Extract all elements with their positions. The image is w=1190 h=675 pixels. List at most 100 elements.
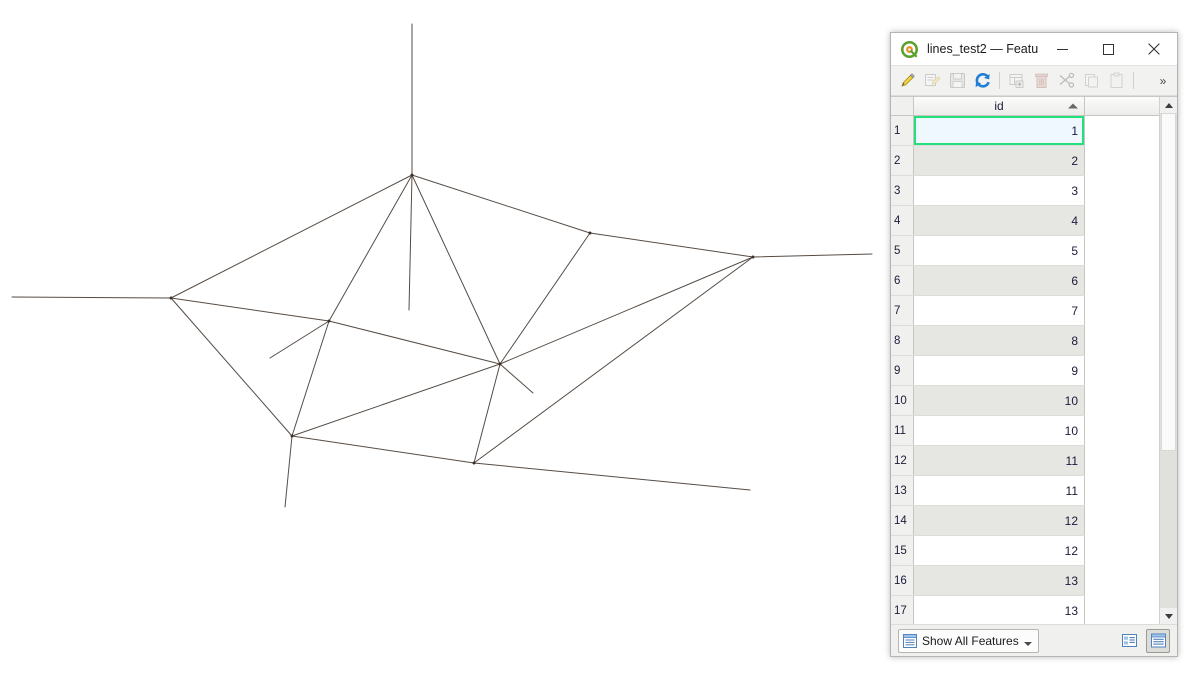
map-line[interactable] (473, 363, 501, 464)
column-header-id[interactable]: id (913, 97, 1085, 116)
table-row[interactable]: 44 (891, 205, 1159, 236)
row-number[interactable]: 6 (891, 265, 914, 296)
attribute-table-statusbar[interactable]: Show All Features (891, 624, 1177, 656)
attribute-table-viewport[interactable]: id 1 1 2 2 3 3 4 4 5 5 6 6 7 7 8 8 9 9 10 10 11 10 12 11 13 11 14 1… (891, 97, 1159, 624)
map-line[interactable] (473, 462, 751, 491)
cell-id[interactable]: 11 (913, 445, 1085, 476)
table-row[interactable]: 11 10 (891, 415, 1159, 446)
table-row[interactable]: 66 (891, 265, 1159, 296)
cell-id[interactable]: 6 (913, 265, 1085, 296)
row-number[interactable]: 4 (891, 205, 914, 236)
attribute-table[interactable]: id 1 1 2 2 3 3 4 4 5 5 6 6 7 7 8 8 9 9 10 10 11 10 12 11 13 11 14 1… (891, 97, 1159, 624)
table-row[interactable]: 88 (891, 325, 1159, 356)
dropdown-caret-icon[interactable] (1023, 642, 1032, 646)
row-number[interactable]: 11 (891, 415, 914, 446)
maximize-button[interactable] (1085, 33, 1131, 65)
row-number[interactable]: 8 (891, 325, 914, 356)
attribute-table-window[interactable]: lines_test2 — Featu... » id 1 1 2 2 3 3 … (890, 32, 1178, 657)
attribute-table-toolbar[interactable]: » (891, 66, 1177, 96)
chevron-up-icon (1164, 102, 1173, 108)
row-number[interactable]: 7 (891, 295, 914, 326)
window-titlebar[interactable]: lines_test2 — Featu... (891, 33, 1177, 66)
cell-id[interactable]: 5 (913, 235, 1085, 266)
reload-table-button[interactable] (970, 69, 995, 93)
table-row[interactable]: 12 11 (891, 445, 1159, 476)
table-row[interactable]: 99 (891, 355, 1159, 386)
table-vertical-scrollbar[interactable] (1159, 97, 1177, 624)
map-line[interactable] (411, 174, 591, 234)
cell-id[interactable]: 12 (913, 505, 1085, 536)
cell-id[interactable]: 7 (913, 295, 1085, 326)
minimize-button[interactable] (1039, 33, 1085, 65)
scroll-up-button[interactable] (1160, 97, 1177, 113)
cell-id[interactable]: 11 (913, 475, 1085, 506)
screen-root: lines_test2 — Featu... » id 1 1 2 2 3 3 … (0, 0, 1190, 675)
map-line[interactable] (499, 256, 754, 365)
cell-id[interactable]: 4 (913, 205, 1085, 236)
row-number[interactable]: 15 (891, 535, 914, 566)
table-row[interactable]: 77 (891, 295, 1159, 326)
map-line[interactable] (11, 296, 172, 299)
toolbar-overflow-button[interactable]: » (1152, 69, 1174, 93)
close-button[interactable] (1131, 33, 1177, 65)
cell-id[interactable]: 3 (913, 175, 1085, 206)
cell-id[interactable]: 8 (913, 325, 1085, 356)
table-view-button[interactable] (1146, 628, 1170, 653)
row-number[interactable]: 12 (891, 445, 914, 476)
map-vertex-top (410, 173, 414, 177)
row-number[interactable]: 5 (891, 235, 914, 266)
table-row[interactable]: 16 13 (891, 565, 1159, 596)
table-corner-header[interactable] (891, 97, 914, 116)
table-row[interactable]: 11 (891, 115, 1159, 146)
map-line[interactable] (473, 256, 754, 464)
feature-filter-button[interactable]: Show All Features (898, 628, 1039, 653)
cell-id[interactable]: 9 (913, 355, 1085, 386)
form-view-button[interactable] (1117, 629, 1141, 653)
cell-id[interactable]: 10 (913, 385, 1085, 416)
row-number[interactable]: 13 (891, 475, 914, 506)
map-line[interactable] (269, 320, 330, 359)
row-number[interactable]: 10 (891, 385, 914, 416)
cell-id[interactable]: 2 (913, 145, 1085, 176)
map-vertex-right (751, 255, 755, 259)
map-line[interactable] (411, 174, 501, 365)
attribute-table-region[interactable]: id 1 1 2 2 3 3 4 4 5 5 6 6 7 7 8 8 9 9 10 10 11 10 12 11 13 11 14 1… (891, 96, 1177, 624)
scrollbar-thumb[interactable] (1161, 113, 1176, 451)
table-row[interactable]: 15 12 (891, 535, 1159, 566)
table-row[interactable]: 33 (891, 175, 1159, 206)
map-line[interactable] (589, 232, 754, 258)
scroll-down-button[interactable] (1160, 608, 1177, 624)
toggle-editing-button[interactable] (895, 69, 920, 93)
map-line[interactable] (170, 174, 413, 299)
row-number[interactable]: 3 (891, 175, 914, 206)
row-number[interactable]: 9 (891, 355, 914, 386)
table-row[interactable]: 55 (891, 235, 1159, 266)
save-icon (950, 73, 965, 88)
cell-id[interactable]: 13 (913, 565, 1085, 596)
map-line[interactable] (408, 174, 413, 311)
table-body[interactable]: 1 1 2 2 3 3 4 4 5 5 6 6 7 7 8 8 9 9 10 10 11 10 12 11 13 11 14 12 15… (891, 115, 1159, 624)
cell-id[interactable]: 13 (913, 595, 1085, 624)
map-line[interactable] (752, 253, 873, 258)
table-row[interactable]: 17 13 (891, 595, 1159, 624)
row-number[interactable]: 16 (891, 565, 914, 596)
cell-id[interactable]: 10 (913, 415, 1085, 446)
table-row[interactable]: 22 (891, 145, 1159, 176)
row-number[interactable]: 17 (891, 595, 914, 624)
cell-id[interactable]: 12 (913, 535, 1085, 566)
table-row[interactable]: 10 10 (891, 385, 1159, 416)
map-line[interactable] (499, 363, 534, 394)
map-line[interactable] (499, 232, 591, 365)
row-number[interactable]: 2 (891, 145, 914, 176)
map-line[interactable] (284, 435, 293, 508)
map-line[interactable] (170, 297, 293, 437)
row-number[interactable]: 14 (891, 505, 914, 536)
table-row[interactable]: 14 12 (891, 505, 1159, 536)
map-line[interactable] (291, 363, 501, 437)
map-line[interactable] (291, 435, 475, 464)
table-row[interactable]: 13 11 (891, 475, 1159, 506)
row-number[interactable]: 1 (891, 115, 914, 146)
cell-id[interactable]: 1 (913, 115, 1085, 146)
map-line[interactable] (291, 174, 413, 437)
scrollbar-track[interactable] (1160, 113, 1177, 608)
